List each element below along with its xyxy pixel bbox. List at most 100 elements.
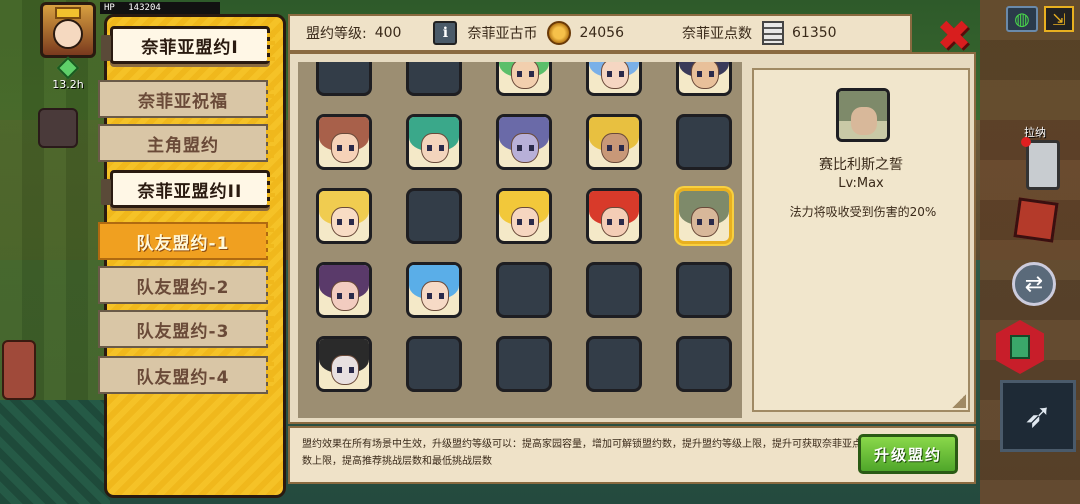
tab-6[interactable]: 队友盟约-2 xyxy=(98,266,274,304)
swap-icon: ⇄ xyxy=(1024,271,1044,297)
timer-badge[interactable]: 13.2h xyxy=(44,56,92,92)
portrait-face xyxy=(421,133,449,163)
portrait-face xyxy=(601,133,629,163)
portrait-eye xyxy=(619,219,624,225)
portrait-face xyxy=(331,355,359,385)
portrait-face xyxy=(691,62,719,89)
empty-ally-slot[interactable] xyxy=(586,262,642,318)
ally-portrait-slot[interactable] xyxy=(316,114,372,170)
crown-icon xyxy=(55,7,81,19)
empty-ally-slot[interactable] xyxy=(316,62,372,96)
globe-icon: ◍ xyxy=(1014,8,1030,30)
coin-value: 24056 xyxy=(579,25,624,41)
tab-label: 奈菲亚盟约II xyxy=(137,181,243,202)
portrait-eye xyxy=(349,293,354,299)
empty-ally-slot[interactable] xyxy=(406,188,462,244)
exit-icon: ⇲ xyxy=(1052,9,1066,29)
portrait-eye xyxy=(427,145,432,151)
portrait-eye xyxy=(529,71,534,77)
swap-button[interactable]: ⇄ xyxy=(1012,262,1056,306)
coin-icon xyxy=(547,21,572,45)
ally-portrait-slot[interactable] xyxy=(676,188,732,244)
portrait-eye xyxy=(337,219,342,225)
world-barrel xyxy=(38,108,78,148)
hero-avatar[interactable] xyxy=(40,2,96,58)
portrait-eye xyxy=(427,293,432,299)
portrait-eye xyxy=(529,145,534,151)
cube-button[interactable] xyxy=(1013,197,1059,243)
ally-portrait-slot[interactable] xyxy=(676,62,732,96)
portrait-eye xyxy=(529,219,534,225)
ally-portrait-slot[interactable] xyxy=(586,188,642,244)
ally-portrait-slot[interactable] xyxy=(406,114,462,170)
portrait-face xyxy=(851,107,877,135)
footer-panel: 盟约效果在所有场景中生效，升级盟约等级可以：提高家园容量，增加可解锁盟约数，提升… xyxy=(288,426,976,484)
portrait-eye xyxy=(697,71,702,77)
portrait-eye xyxy=(517,145,522,151)
ally-portrait-slot[interactable] xyxy=(316,336,372,392)
ally-grid-area[interactable] xyxy=(298,62,742,418)
portrait-eye xyxy=(439,145,444,151)
ally-portrait-slot[interactable] xyxy=(316,188,372,244)
covenant-level-value: 400 xyxy=(374,25,402,41)
tab-8[interactable]: 队友盟约-4 xyxy=(98,356,274,394)
empty-ally-slot[interactable] xyxy=(676,262,732,318)
tab-label: 队友盟约-2 xyxy=(136,277,230,298)
empty-ally-slot[interactable] xyxy=(496,262,552,318)
portrait-eye xyxy=(709,71,714,77)
timer-text: 13.2h xyxy=(52,78,84,91)
upgrade-covenant-button[interactable]: 升级盟约 xyxy=(858,434,958,474)
map-button[interactable]: ◍ xyxy=(1006,6,1038,32)
tab-7[interactable]: 队友盟约-3 xyxy=(98,310,274,348)
coin-label: 奈菲亚古币 xyxy=(467,26,538,42)
detail-level: Lv:Max xyxy=(838,176,884,191)
empty-ally-slot[interactable] xyxy=(676,336,732,392)
portrait-eye xyxy=(517,219,522,225)
portrait-eye xyxy=(349,219,354,225)
tab-section-4[interactable]: 奈菲亚盟约II xyxy=(101,170,275,208)
portrait-face xyxy=(511,62,539,89)
points-icon xyxy=(762,21,784,45)
portrait-eye xyxy=(517,71,522,77)
ally-portrait-slot[interactable] xyxy=(586,62,642,96)
tab-label: 队友盟约-3 xyxy=(136,321,230,342)
covenant-main-panel: 赛比利斯之誓 Lv:Max 法力将吸收受到伤害的20% xyxy=(288,52,976,424)
tab-2[interactable]: 奈菲亚祝福 xyxy=(98,80,274,118)
ally-portrait-slot[interactable] xyxy=(496,188,552,244)
empty-ally-slot[interactable] xyxy=(406,336,462,392)
ally-portrait-slot[interactable] xyxy=(496,62,552,96)
portrait-eye xyxy=(607,219,612,225)
empty-ally-slot[interactable] xyxy=(586,336,642,392)
world-floor-left xyxy=(0,400,110,504)
ally-portrait-slot[interactable] xyxy=(496,114,552,170)
tab-3[interactable]: 主角盟约 xyxy=(98,124,274,162)
portrait-eye xyxy=(349,367,354,373)
ally-portrait-slot[interactable] xyxy=(586,114,642,170)
phone-button[interactable] xyxy=(1021,137,1060,190)
close-x-icon: ✖ xyxy=(936,11,972,60)
empty-ally-slot[interactable] xyxy=(406,62,462,96)
empty-ally-slot[interactable] xyxy=(676,114,732,170)
points-label: 奈菲亚点数 xyxy=(682,26,752,42)
ally-portrait-slot[interactable] xyxy=(406,262,462,318)
hero-face xyxy=(53,19,83,49)
portrait-face xyxy=(331,281,359,311)
portrait-eye xyxy=(337,293,342,299)
info-icon[interactable]: i xyxy=(433,21,458,45)
exit-button[interactable]: ⇲ xyxy=(1044,6,1074,32)
detail-panel: 赛比利斯之誓 Lv:Max 法力将吸收受到伤害的20% xyxy=(752,68,970,412)
tab-section-1[interactable]: 奈菲亚盟约I xyxy=(101,26,275,64)
hp-value: 143204 xyxy=(128,3,161,13)
ally-portrait-slot[interactable] xyxy=(316,262,372,318)
tab-label: 主角盟约 xyxy=(147,135,219,156)
tab-label: 队友盟约-4 xyxy=(136,367,230,388)
portrait-face xyxy=(331,133,359,163)
hp-label: HP xyxy=(104,3,115,13)
bow-weapon-button[interactable]: ➶ xyxy=(1000,380,1076,452)
portrait-eye xyxy=(709,219,714,225)
detail-description: 法力将吸收受到伤害的20% xyxy=(789,205,937,219)
tab-5[interactable]: 队友盟约-1 xyxy=(98,222,274,260)
portrait-face xyxy=(601,62,629,89)
tab-pin-icon xyxy=(101,35,111,61)
empty-ally-slot[interactable] xyxy=(496,336,552,392)
